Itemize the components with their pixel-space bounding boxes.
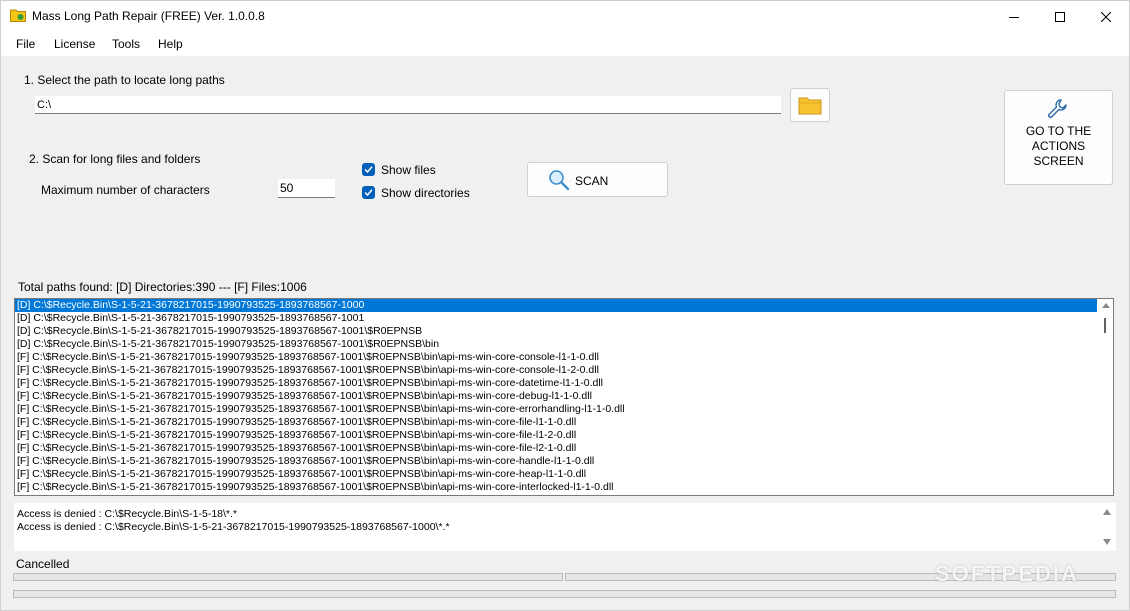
checkmark-icon <box>364 166 373 174</box>
scrollbar-thumb[interactable] <box>1104 318 1106 333</box>
path-row[interactable]: [F] C:\$Recycle.Bin\S-1-5-21-3678217015-… <box>15 455 1097 468</box>
menu-help[interactable]: Help <box>158 37 183 51</box>
path-row[interactable]: [F] C:\$Recycle.Bin\S-1-5-21-3678217015-… <box>15 429 1097 442</box>
maximize-icon <box>1055 11 1065 22</box>
path-row[interactable]: [F] C:\$Recycle.Bin\S-1-5-21-3678217015-… <box>15 416 1097 429</box>
path-row[interactable]: [F] C:\$Recycle.Bin\S-1-5-21-3678217015-… <box>15 468 1097 481</box>
maximize-button[interactable] <box>1037 1 1083 32</box>
show-files-checkbox[interactable] <box>362 163 375 176</box>
scroll-down-icon[interactable] <box>1103 539 1111 545</box>
step2-label: 2. Scan for long files and folders <box>29 152 201 166</box>
path-input[interactable] <box>35 96 781 114</box>
paths-listbox[interactable]: [D] C:\$Recycle.Bin\S-1-5-21-3678217015-… <box>14 298 1114 496</box>
path-row[interactable]: [F] C:\$Recycle.Bin\S-1-5-21-3678217015-… <box>15 403 1097 416</box>
show-directories-label[interactable]: Show directories <box>381 186 470 200</box>
actions-button-label: GO TO THE ACTIONS SCREEN <box>1025 124 1092 168</box>
wrench-icon <box>1048 99 1067 118</box>
path-row[interactable]: [F] C:\$Recycle.Bin\S-1-5-21-3678217015-… <box>15 481 1097 494</box>
softpedia-watermark: SOFTPEDIA <box>935 561 1079 586</box>
go-to-actions-button[interactable]: GO TO THE ACTIONS SCREEN <box>1004 90 1113 185</box>
folder-icon <box>10 8 26 22</box>
title-bar: Mass Long Path Repair (FREE) Ver. 1.0.0.… <box>1 1 1129 32</box>
scroll-up-icon[interactable] <box>1102 303 1110 308</box>
close-button[interactable] <box>1083 1 1129 32</box>
max-chars-input[interactable] <box>278 179 335 198</box>
minimize-button[interactable] <box>991 1 1037 32</box>
menu-bar: File License Tools Help <box>1 32 1129 56</box>
scan-button[interactable]: SCAN <box>527 162 668 197</box>
show-files-label[interactable]: Show files <box>381 163 436 177</box>
magnifier-icon <box>549 170 570 191</box>
progress-bar-left <box>13 573 563 581</box>
browse-folder-button[interactable] <box>790 88 830 122</box>
path-row[interactable]: [F] C:\$Recycle.Bin\S-1-5-21-3678217015-… <box>15 364 1097 377</box>
path-row[interactable]: [D] C:\$Recycle.Bin\S-1-5-21-3678217015-… <box>15 325 1097 338</box>
progress-bar-total <box>13 590 1116 598</box>
folder-icon <box>798 97 822 115</box>
status-text: Cancelled <box>16 557 70 571</box>
scroll-up-icon[interactable] <box>1103 509 1111 515</box>
scan-button-label: SCAN <box>575 174 609 188</box>
path-row[interactable]: [D] C:\$Recycle.Bin\S-1-5-21-3678217015-… <box>15 299 1097 312</box>
paths-rows: [D] C:\$Recycle.Bin\S-1-5-21-3678217015-… <box>15 299 1097 494</box>
app-window: Mass Long Path Repair (FREE) Ver. 1.0.0.… <box>0 0 1130 611</box>
minimize-icon <box>1009 16 1019 18</box>
path-row[interactable]: [F] C:\$Recycle.Bin\S-1-5-21-3678217015-… <box>15 442 1097 455</box>
step1-label: 1. Select the path to locate long paths <box>24 73 225 87</box>
checkmark-icon <box>364 189 373 197</box>
paths-summary: Total paths found: [D] Directories:390 -… <box>18 280 307 294</box>
close-icon <box>1101 11 1111 22</box>
path-row[interactable]: [F] C:\$Recycle.Bin\S-1-5-21-3678217015-… <box>15 377 1097 390</box>
menu-tools[interactable]: Tools <box>112 37 140 51</box>
menu-file[interactable]: File <box>16 37 35 51</box>
path-row[interactable]: [F] C:\$Recycle.Bin\S-1-5-21-3678217015-… <box>15 351 1097 364</box>
log-panel: Access is denied : C:\$Recycle.Bin\S-1-5… <box>14 503 1116 551</box>
list-scrollbar[interactable] <box>1098 299 1113 495</box>
max-chars-label: Maximum number of characters <box>41 183 210 197</box>
menu-license[interactable]: License <box>54 37 95 51</box>
path-row[interactable]: [D] C:\$Recycle.Bin\S-1-5-21-3678217015-… <box>15 338 1097 351</box>
show-directories-checkbox[interactable] <box>362 186 375 199</box>
window-title: Mass Long Path Repair (FREE) Ver. 1.0.0.… <box>32 9 265 23</box>
log-line: Access is denied : C:\$Recycle.Bin\S-1-5… <box>17 521 450 533</box>
log-line: Access is denied : C:\$Recycle.Bin\S-1-5… <box>17 508 238 520</box>
path-row[interactable]: [D] C:\$Recycle.Bin\S-1-5-21-3678217015-… <box>15 312 1097 325</box>
path-row[interactable]: [F] C:\$Recycle.Bin\S-1-5-21-3678217015-… <box>15 390 1097 403</box>
